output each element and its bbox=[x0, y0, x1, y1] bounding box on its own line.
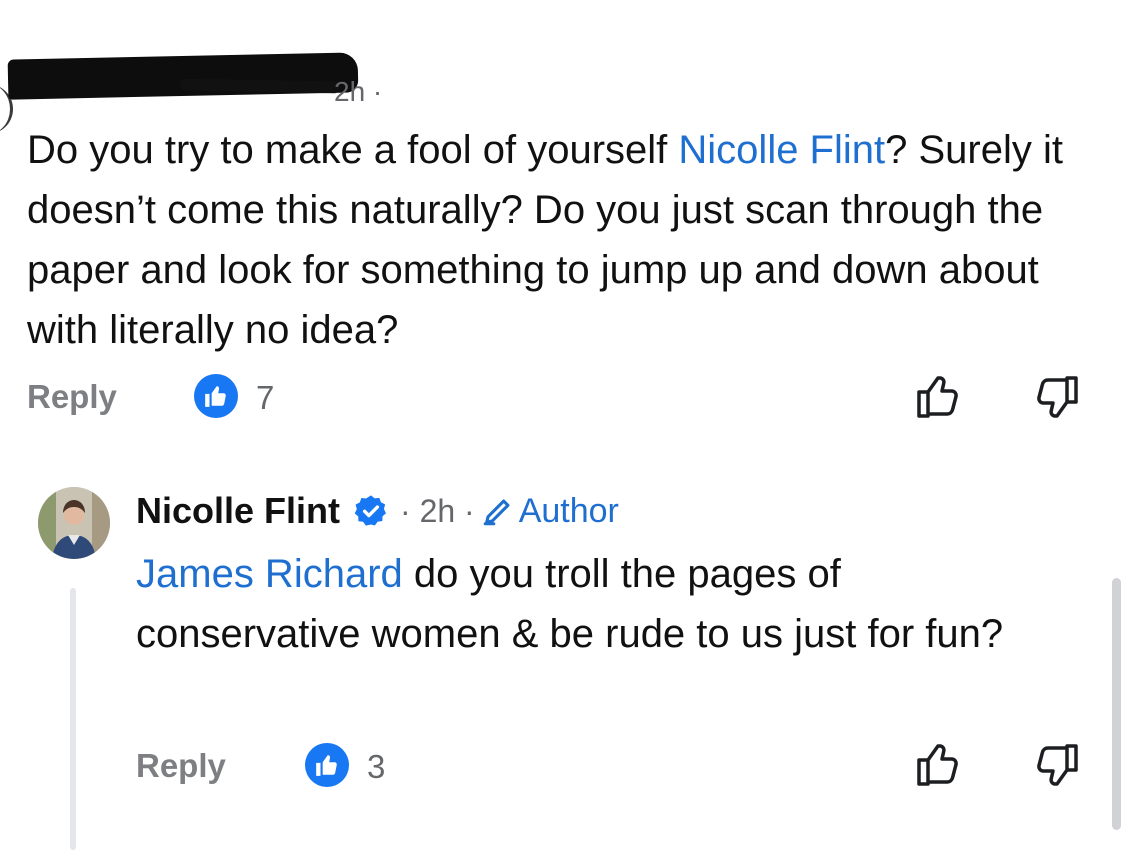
thumbs-up-icon bbox=[205, 386, 226, 407]
pencil-icon bbox=[483, 499, 510, 526]
thumbs-up-icon[interactable] bbox=[913, 370, 965, 422]
avatar[interactable] bbox=[38, 487, 110, 559]
thumbs-down-icon[interactable] bbox=[1030, 372, 1082, 424]
avatar-photo bbox=[38, 487, 110, 559]
reply-like-count-badge[interactable] bbox=[305, 743, 349, 787]
reply-reply-button[interactable]: Reply bbox=[136, 747, 226, 785]
reply-author-name[interactable]: Nicolle Flint bbox=[136, 490, 340, 532]
verified-badge-icon bbox=[354, 495, 387, 526]
author-tag: Author bbox=[518, 491, 619, 530]
thumbs-up-icon[interactable] bbox=[913, 738, 965, 790]
like-count-badge[interactable] bbox=[194, 374, 238, 418]
thread-line bbox=[70, 588, 76, 850]
thumbs-down-icon[interactable] bbox=[1030, 740, 1082, 792]
reply-header: Nicolle Flint · 2h · Author bbox=[136, 490, 619, 532]
reply-timestamp: · 2h · bbox=[400, 492, 475, 529]
reply-mention-link[interactable]: James Richard bbox=[136, 552, 403, 596]
comment-timestamp: 2h · bbox=[334, 76, 383, 107]
comment-mention-link[interactable]: Nicolle Flint bbox=[678, 128, 885, 172]
comment-reply-button[interactable]: Reply bbox=[27, 378, 117, 416]
comment-like-count: 7 bbox=[256, 379, 275, 416]
comment-body: Do you try to make a fool of yourself Ni… bbox=[27, 120, 1087, 360]
thumbs-up-icon bbox=[316, 755, 337, 776]
reply-body: James Richard do you troll the pages of … bbox=[136, 544, 1076, 664]
reply-like-count: 3 bbox=[367, 748, 386, 785]
comment-text-before: Do you try to make a fool of yourself bbox=[27, 128, 679, 172]
scrollbar[interactable] bbox=[1112, 578, 1121, 830]
